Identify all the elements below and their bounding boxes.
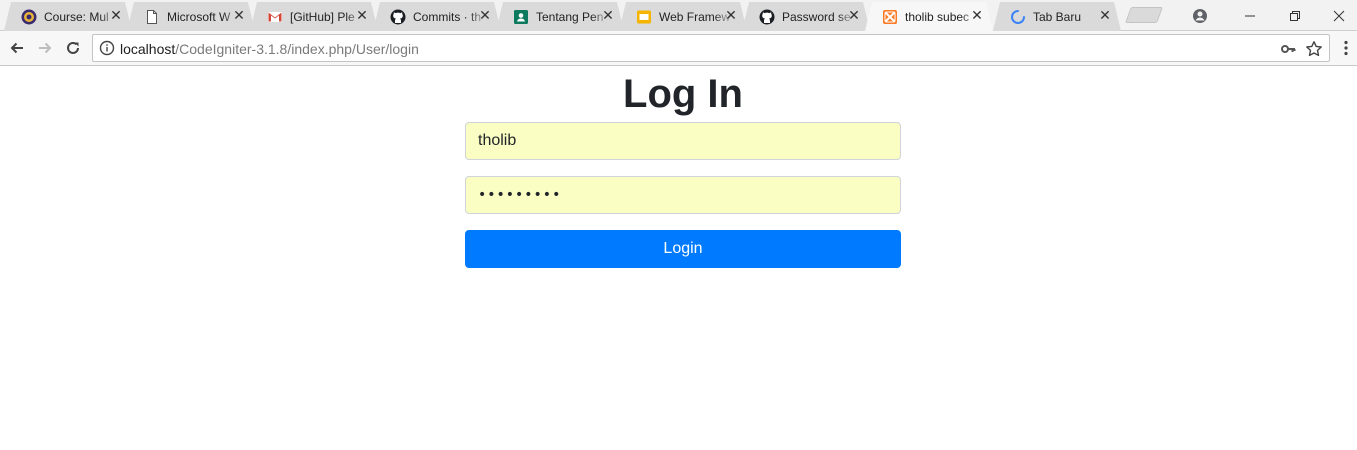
login-button[interactable]: Login [465, 230, 901, 268]
restore-icon [1290, 10, 1300, 21]
forward-button[interactable] [33, 36, 57, 60]
close-tab-icon[interactable]: ✕ [108, 8, 124, 24]
minimize-button[interactable] [1228, 0, 1272, 31]
tab-title: Tentang Pen [536, 9, 604, 24]
address-bar[interactable]: localhost/CodeIgniter-3.1.8/index.php/Us… [92, 34, 1330, 62]
arrow-right-icon [39, 42, 52, 54]
profile-button[interactable] [1178, 0, 1222, 31]
github-icon [759, 9, 775, 25]
close-window-button[interactable] [1317, 0, 1357, 31]
tab-title: Course: Mul [44, 9, 109, 24]
bookmark-star-icon[interactable] [1305, 40, 1323, 58]
browser-toolbar: localhost/CodeIgniter-3.1.8/index.php/Us… [0, 31, 1357, 66]
close-tab-icon[interactable]: ✕ [600, 8, 616, 24]
browser-tab-9[interactable]: Tab Baru ✕ [993, 2, 1121, 31]
browser-tab-8-active[interactable]: tholib subec ✕ [865, 2, 993, 31]
tab-title: [GitHub] Ple [290, 9, 355, 24]
close-tab-icon[interactable]: ✕ [846, 8, 862, 24]
url-path: /CodeIgniter-3.1.8/index.php/User/login [175, 41, 419, 57]
password-input[interactable]: ••••••••• [465, 176, 901, 214]
minimize-icon [1245, 15, 1255, 16]
tab-title: Commits · th [413, 9, 482, 24]
arrow-left-icon [10, 42, 23, 54]
browser-tab-4[interactable]: Commits · th ✕ [373, 2, 501, 31]
restore-button[interactable] [1273, 0, 1317, 31]
browser-tab-6[interactable]: Web Framew ✕ [619, 2, 747, 31]
close-tab-icon[interactable]: ✕ [723, 8, 739, 24]
browser-tab-5[interactable]: Tentang Pen ✕ [496, 2, 624, 31]
kebab-menu-icon [1344, 40, 1348, 56]
new-tab-button[interactable] [1125, 7, 1163, 23]
gmail-icon [267, 9, 283, 25]
key-icon[interactable] [1280, 41, 1296, 57]
info-icon[interactable] [99, 40, 115, 56]
tab-title: Microsoft W [167, 9, 231, 24]
url-host: localhost [120, 41, 176, 57]
url-text[interactable]: localhost/CodeIgniter-3.1.8/index.php/Us… [120, 41, 419, 57]
close-tab-icon[interactable]: ✕ [354, 8, 370, 24]
username-input[interactable]: tholib [465, 122, 901, 160]
close-tab-icon[interactable]: ✕ [231, 8, 247, 24]
close-tab-icon[interactable]: ✕ [477, 8, 493, 24]
contact-card-icon [513, 9, 529, 25]
close-tab-icon[interactable]: ✕ [969, 8, 985, 24]
page-content: Log In tholib ••••••••• Login [0, 67, 1357, 450]
back-button[interactable] [5, 36, 29, 60]
browser-tab-3[interactable]: [GitHub] Ple ✕ [250, 2, 378, 31]
close-tab-icon[interactable]: ✕ [1097, 8, 1113, 24]
browser-tab-7[interactable]: Password se ✕ [742, 2, 870, 31]
tab-title: tholib subec [905, 9, 970, 24]
github-icon [390, 9, 406, 25]
xampp-icon [882, 9, 898, 25]
browser-tab-1[interactable]: Course: Mul ✕ [4, 2, 132, 31]
close-icon [1333, 10, 1345, 21]
profile-icon [1193, 8, 1207, 23]
tab-title: Web Framew [659, 9, 731, 24]
reload-button[interactable] [61, 36, 85, 60]
tab-strip: Course: Mul ✕ Microsoft W ✕ [GitHub] Ple… [0, 0, 1357, 31]
slides-icon [636, 9, 652, 25]
browser-menu-button[interactable] [1336, 38, 1356, 58]
page-title: Log In [623, 72, 743, 116]
reload-icon [67, 41, 79, 54]
loading-spinner-icon [1010, 9, 1026, 25]
tab-title: Tab Baru [1033, 9, 1082, 24]
document-icon [144, 9, 160, 25]
tab-title: Password se [782, 9, 851, 24]
university-logo-icon [21, 9, 37, 25]
browser-tab-2[interactable]: Microsoft W ✕ [127, 2, 255, 31]
